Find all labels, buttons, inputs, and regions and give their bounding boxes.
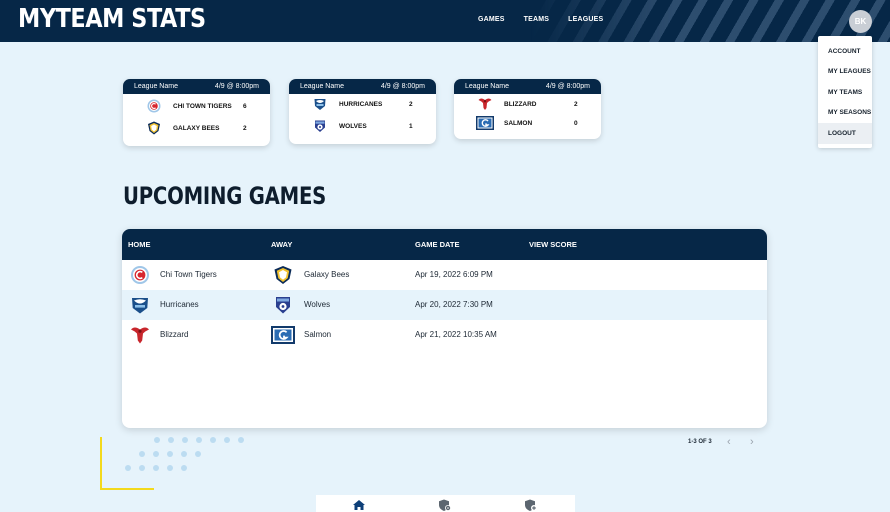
- team-name: CHI TOWN TIGERS: [173, 102, 232, 110]
- decorative-dot: [181, 451, 187, 457]
- decorative-dot: [210, 437, 216, 443]
- score-card-team-row: HURRICANES 2: [289, 93, 436, 115]
- nav-leagues-link[interactable]: LEAGUES: [568, 16, 603, 23]
- game-datetime: 4/9 @ 8:00pm: [545, 83, 590, 90]
- decorative-dot: [224, 437, 230, 443]
- team-score: 1: [409, 122, 413, 130]
- decorative-dot: [181, 465, 187, 471]
- nav-teams-link[interactable]: TEAMS: [524, 16, 550, 23]
- team-score: 6: [243, 102, 247, 110]
- shield-add-icon[interactable]: [524, 498, 538, 512]
- home-team-name: Chi Town Tigers: [160, 270, 217, 279]
- table-row[interactable]: Chi Town Tigers Galaxy Bees Apr 19, 2022…: [122, 260, 767, 290]
- team-name: HURRICANES: [339, 100, 383, 108]
- score-card-header: League Name 4/9 @ 8:00pm: [123, 79, 270, 94]
- score-card-team-row: SALMON 0: [454, 112, 601, 134]
- table-row[interactable]: Hurricanes Wolves Apr 20, 2022 7:30 PM: [122, 290, 767, 320]
- chevron-left-icon[interactable]: ‹: [727, 436, 731, 448]
- score-card-header: League Name 4/9 @ 8:00pm: [454, 79, 601, 94]
- chicago-fire-crest-icon: [147, 99, 161, 113]
- user-avatar[interactable]: BK: [849, 10, 872, 33]
- menu-item-account[interactable]: ACCOUNT: [818, 41, 872, 62]
- decorative-dot: [238, 437, 244, 443]
- menu-item-my-teams[interactable]: MY TEAMS: [818, 82, 872, 103]
- decorative-dot: [182, 437, 188, 443]
- decorative-dot: [139, 465, 145, 471]
- bottom-tab-bar: [316, 495, 575, 512]
- score-card-header: League Name 4/9 @ 8:00pm: [289, 79, 436, 94]
- decorative-dot: [167, 451, 173, 457]
- decorative-yellow-line: [100, 488, 154, 490]
- wolves-crest-icon: [276, 297, 290, 314]
- team-name: GALAXY BEES: [173, 124, 220, 132]
- table-header: HOME AWAY GAME DATE VIEW SCORE: [122, 229, 767, 260]
- salmon-crest-icon: [476, 116, 494, 130]
- pagination-range: 1-3 OF 3: [688, 439, 712, 445]
- decorative-dot: [196, 437, 202, 443]
- chevron-right-icon[interactable]: ›: [750, 436, 754, 448]
- home-icon[interactable]: [352, 498, 366, 512]
- column-header-view-score[interactable]: VIEW SCORE: [529, 240, 577, 249]
- away-team-name: Galaxy Bees: [304, 270, 350, 279]
- decorative-yellow-line: [100, 437, 102, 490]
- game-date: Apr 19, 2022 6:09 PM: [415, 270, 493, 279]
- score-card-team-row: WOLVES 1: [289, 115, 436, 137]
- away-team-name: Wolves: [304, 300, 331, 309]
- game-date: Apr 20, 2022 7:30 PM: [415, 300, 493, 309]
- team-score: 2: [409, 100, 413, 108]
- league-name: League Name: [134, 83, 178, 90]
- upcoming-games-table: HOME AWAY GAME DATE VIEW SCORE Chi Town …: [122, 229, 767, 428]
- decorative-dot: [154, 437, 160, 443]
- menu-item-logout[interactable]: LOGOUT: [818, 123, 872, 144]
- table-row[interactable]: Blizzard Salmon Apr 21, 2022 10:35 AM: [122, 320, 767, 350]
- league-name: League Name: [465, 83, 509, 90]
- game-datetime: 4/9 @ 8:00pm: [214, 83, 259, 90]
- league-name: League Name: [300, 83, 344, 90]
- away-team-name: Salmon: [304, 330, 332, 339]
- score-card[interactable]: League Name 4/9 @ 8:00pm BLIZZARD 2 SALM…: [454, 79, 601, 139]
- decorative-dot: [167, 465, 173, 471]
- score-card-team-row: CHI TOWN TIGERS 6: [123, 95, 270, 117]
- column-header-game-date[interactable]: GAME DATE: [415, 240, 459, 249]
- salmon-crest-icon: [271, 326, 295, 344]
- home-team-name: Hurricanes: [160, 300, 199, 309]
- team-name: BLIZZARD: [504, 100, 537, 108]
- user-menu-dropdown: ACCOUNT MY LEAGUES MY TEAMS MY SEASONS L…: [818, 36, 872, 148]
- wolves-crest-icon: [315, 120, 325, 132]
- team-score: 2: [574, 100, 578, 108]
- team-name: WOLVES: [339, 122, 367, 130]
- decorative-dot: [139, 451, 145, 457]
- la-galaxy-crest-icon: [274, 266, 292, 284]
- team-score: 0: [574, 119, 578, 127]
- score-card-team-row: GALAXY BEES 2: [123, 117, 270, 139]
- upcoming-games-heading: UPCOMING GAMES: [123, 182, 327, 210]
- game-date: Apr 21, 2022 10:35 AM: [415, 330, 497, 339]
- main-nav: GAMES TEAMS LEAGUES: [478, 16, 622, 23]
- team-score: 2: [243, 124, 247, 132]
- decorative-dot: [168, 437, 174, 443]
- top-navbar: MYTEAM STATS GAMES TEAMS LEAGUES BK: [0, 0, 890, 42]
- shield-settings-icon[interactable]: [438, 498, 452, 512]
- decorative-dot: [153, 465, 159, 471]
- blizzard-phoenix-icon: [131, 327, 149, 344]
- column-header-away[interactable]: AWAY: [271, 240, 292, 249]
- app-brand[interactable]: MYTEAM STATS: [18, 4, 206, 34]
- hurricanes-crest-icon: [314, 99, 326, 110]
- decorative-dot: [125, 465, 131, 471]
- team-name: SALMON: [504, 119, 533, 127]
- blizzard-phoenix-icon: [478, 98, 492, 110]
- decorative-dot: [195, 451, 201, 457]
- menu-item-my-leagues[interactable]: MY LEAGUES: [818, 62, 872, 83]
- score-card[interactable]: League Name 4/9 @ 8:00pm HURRICANES 2 WO…: [289, 79, 436, 144]
- hurricanes-crest-icon: [132, 298, 148, 314]
- game-datetime: 4/9 @ 8:00pm: [380, 83, 425, 90]
- nav-games-link[interactable]: GAMES: [478, 16, 505, 23]
- home-team-name: Blizzard: [160, 330, 189, 339]
- chicago-fire-crest-icon: [131, 266, 149, 284]
- menu-item-my-seasons[interactable]: MY SEASONS: [818, 103, 872, 124]
- score-card[interactable]: League Name 4/9 @ 8:00pm CHI TOWN TIGERS…: [123, 79, 270, 146]
- column-header-home[interactable]: HOME: [128, 240, 151, 249]
- la-galaxy-crest-icon: [148, 121, 160, 135]
- decorative-dot: [153, 451, 159, 457]
